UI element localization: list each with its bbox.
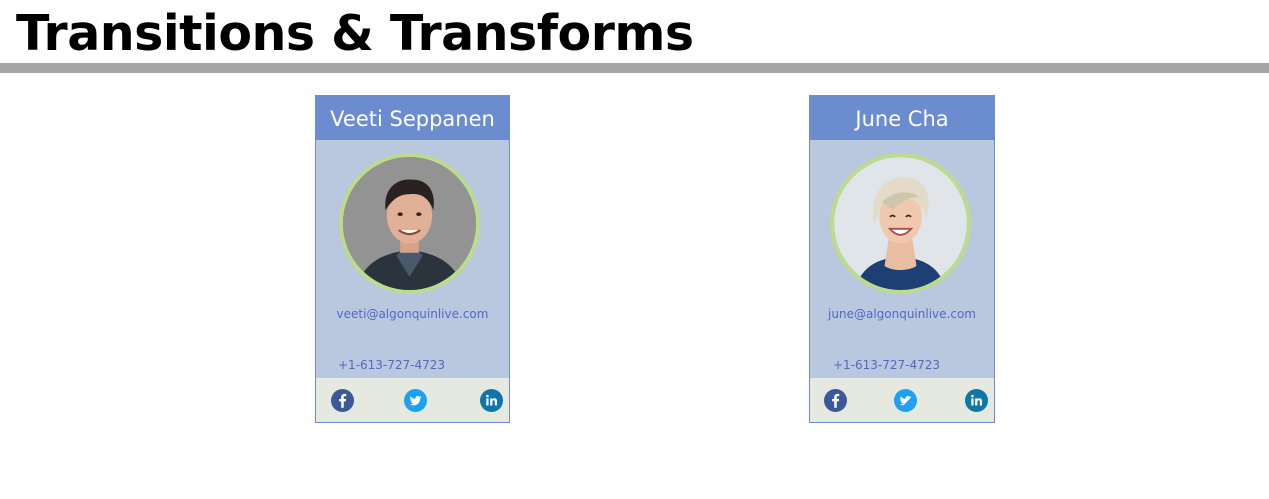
twitter-icon[interactable] xyxy=(894,389,917,412)
card-name: June Cha xyxy=(810,96,994,140)
phone-link[interactable]: +1-613-727-4723 xyxy=(338,358,445,372)
facebook-icon[interactable] xyxy=(331,389,354,412)
social-bar xyxy=(810,378,994,422)
avatar xyxy=(339,153,480,294)
social-bar xyxy=(316,378,509,422)
email-link[interactable]: veeti@algonquinlive.com xyxy=(316,307,509,321)
avatar xyxy=(830,153,971,294)
email-link[interactable]: june@algonquinlive.com xyxy=(810,307,994,321)
linkedin-icon[interactable] xyxy=(480,389,503,412)
twitter-icon[interactable] xyxy=(404,389,427,412)
title-divider xyxy=(0,63,1269,73)
profile-card[interactable]: Veeti Seppanen veeti@algonquinlive.com +… xyxy=(315,95,510,423)
card-name: Veeti Seppanen xyxy=(316,96,509,140)
profile-card[interactable]: June Cha june@algonquinlive.com +1-613-7… xyxy=(809,95,995,423)
page-title: Transitions & Transforms xyxy=(16,5,694,62)
facebook-icon[interactable] xyxy=(824,389,847,412)
linkedin-icon[interactable] xyxy=(965,389,988,412)
phone-link[interactable]: +1-613-727-4723 xyxy=(833,358,940,372)
